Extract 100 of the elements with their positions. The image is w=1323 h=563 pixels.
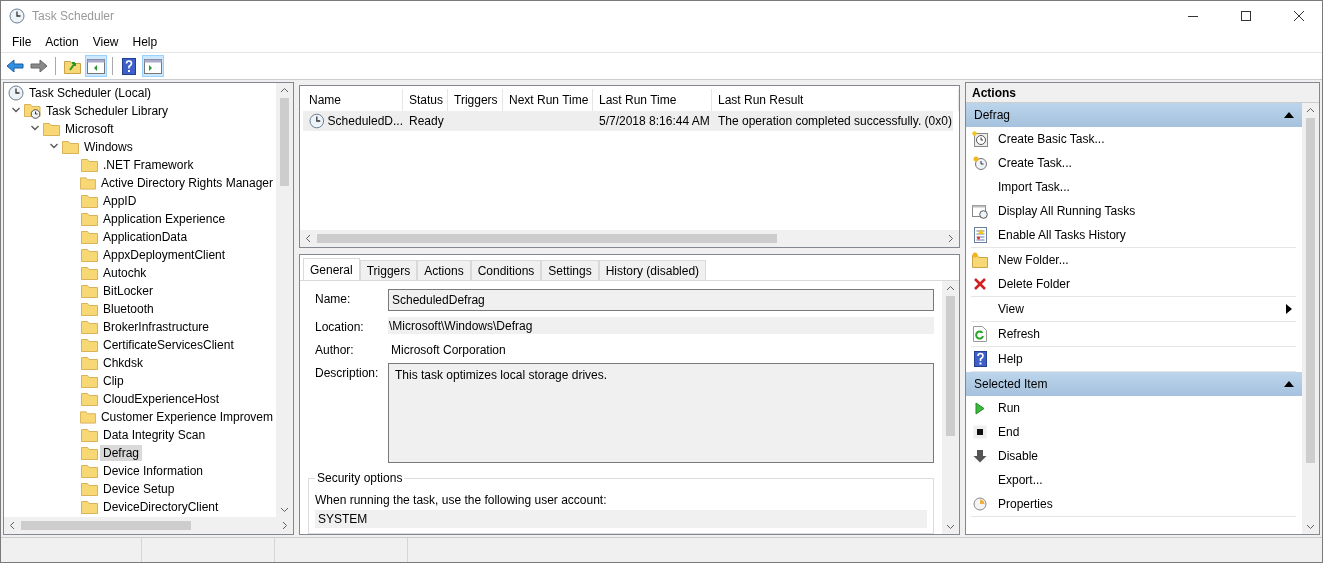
tab[interactable]: Triggers xyxy=(359,260,418,280)
tree-item[interactable]: Device Setup xyxy=(100,481,178,497)
toolbar-button[interactable] xyxy=(142,55,164,77)
action-link[interactable]: Refresh xyxy=(998,327,1292,341)
vertical-scrollbar[interactable] xyxy=(942,281,959,534)
folder-icon xyxy=(81,320,98,334)
scroll-thumb[interactable] xyxy=(280,98,289,186)
tree-item[interactable]: Defrag xyxy=(100,445,143,461)
tab[interactable]: History (disabled) xyxy=(598,260,707,280)
task-row[interactable]: ScheduledD... Ready 5/7/2018 8:16:44 AM The operation completed successfully. (0x0) xyxy=(303,111,953,131)
menu-item[interactable]: View xyxy=(85,34,126,49)
tree-item[interactable]: Application Experience xyxy=(100,211,229,227)
tree-item[interactable]: Device Information xyxy=(100,463,207,479)
menu-item[interactable]: Action xyxy=(38,34,86,49)
tree-item[interactable]: AppxDeploymentClient xyxy=(100,247,229,263)
help-icon xyxy=(122,57,136,75)
section-title: Defrag xyxy=(974,108,1011,122)
table-cell: The operation completed successfully. (0x0) xyxy=(718,114,952,128)
horizontal-scrollbar[interactable] xyxy=(4,517,293,534)
horizontal-scrollbar[interactable] xyxy=(300,230,959,247)
action-link[interactable]: New Folder... xyxy=(998,253,1292,267)
help-icon xyxy=(973,351,987,367)
maximize-icon[interactable] xyxy=(1241,11,1251,21)
tree-item[interactable]: Microsoft xyxy=(62,121,117,137)
tree-item[interactable]: Active Directory Rights Manager xyxy=(97,175,276,191)
tree-item[interactable]: BitLocker xyxy=(100,283,157,299)
toolbar-button[interactable] xyxy=(85,55,107,77)
action-link[interactable]: Import Task... xyxy=(998,180,1292,194)
folder-icon xyxy=(81,482,98,496)
folder-icon xyxy=(81,500,98,514)
table-cell: 5/7/2018 8:16:44 AM xyxy=(599,114,710,128)
description-field[interactable]: This task optimizes local storage drives. xyxy=(388,363,934,463)
group-title: Security options xyxy=(316,471,404,485)
tree-item[interactable]: Customer Experience Improvem xyxy=(97,409,276,425)
scroll-thumb[interactable] xyxy=(317,234,777,243)
scroll-thumb[interactable] xyxy=(946,296,955,436)
vertical-scrollbar[interactable] xyxy=(276,83,293,517)
folder-icon xyxy=(62,140,79,154)
menu-item[interactable]: File xyxy=(5,34,39,49)
section-header[interactable]: Selected Item xyxy=(966,372,1302,396)
tab[interactable]: General xyxy=(303,258,360,280)
clock-icon xyxy=(8,85,24,101)
tab[interactable]: Actions xyxy=(417,260,471,280)
clock-icon xyxy=(309,113,325,129)
refresh-icon xyxy=(973,326,987,342)
action-link[interactable]: Properties xyxy=(998,497,1292,511)
tree-item[interactable]: Clip xyxy=(100,373,127,389)
tree-item[interactable]: CloudExperienceHost xyxy=(100,391,223,407)
field-label: Location: xyxy=(315,319,365,334)
collapse-icon[interactable] xyxy=(1284,381,1294,387)
tree-item[interactable]: CertificateServicesClient xyxy=(100,337,237,353)
tree-item[interactable]: ApplicationData xyxy=(100,229,191,245)
folder-icon xyxy=(81,464,98,478)
action-link[interactable]: Create Task... xyxy=(998,156,1292,170)
tree-item[interactable]: Task Scheduler Library xyxy=(43,103,172,119)
name-field[interactable]: ScheduledDefrag xyxy=(388,289,934,311)
tree-item[interactable]: Autochk xyxy=(100,265,150,281)
tree-item[interactable]: Chkdsk xyxy=(100,355,146,371)
window-clock-icon xyxy=(972,203,988,219)
action-link[interactable]: Display All Running Tasks xyxy=(998,204,1292,218)
forward-arrow-icon xyxy=(30,59,48,73)
action-link[interactable]: Export... xyxy=(998,473,1292,487)
account-field[interactable]: SYSTEM xyxy=(315,510,927,528)
action-link[interactable]: Disable xyxy=(998,449,1292,463)
menu-item[interactable]: Help xyxy=(125,34,165,49)
tab[interactable]: Settings xyxy=(541,260,599,280)
tab[interactable]: Conditions xyxy=(470,260,542,280)
tree-item[interactable]: Data Integrity Scan xyxy=(100,427,209,443)
tree-item[interactable]: Bluetooth xyxy=(100,301,157,317)
tree-item[interactable]: BrokerInfrastructure xyxy=(100,319,213,335)
folder-clock-icon xyxy=(24,103,41,119)
action-link[interactable]: Create Basic Task... xyxy=(998,132,1292,146)
vertical-scrollbar[interactable] xyxy=(1302,103,1319,534)
tree-item[interactable]: .NET Framework xyxy=(100,157,197,173)
folder-icon xyxy=(81,230,98,244)
action-link[interactable]: Enable All Tasks History xyxy=(998,228,1292,242)
folder-icon xyxy=(972,252,988,268)
folder-icon xyxy=(81,428,98,442)
tree-item[interactable]: Windows xyxy=(81,139,136,155)
scroll-thumb[interactable] xyxy=(21,521,191,530)
action-link[interactable]: View xyxy=(998,302,1276,316)
field-label: Name: xyxy=(315,291,352,306)
action-link[interactable]: End xyxy=(998,425,1292,439)
close-icon[interactable] xyxy=(1294,11,1304,21)
folder-icon xyxy=(81,266,98,280)
action-link[interactable]: Run xyxy=(998,401,1292,415)
collapse-icon[interactable] xyxy=(1284,112,1294,118)
tree-item[interactable]: Task Scheduler (Local) xyxy=(26,85,155,101)
folder-icon xyxy=(81,158,98,172)
account-prompt: When running the task, use the following user account: xyxy=(315,493,608,507)
clock-icon xyxy=(973,497,987,511)
tree-item[interactable]: DeviceDirectoryClient xyxy=(100,499,222,515)
location-field[interactable]: \Microsoft\Windows\Defrag xyxy=(388,317,934,334)
section-header[interactable]: Defrag xyxy=(966,103,1302,127)
action-link[interactable]: Delete Folder xyxy=(998,277,1292,291)
action-link[interactable]: Help xyxy=(998,352,1292,366)
log-icon xyxy=(972,227,988,243)
scroll-thumb[interactable] xyxy=(1306,118,1315,463)
tree-item[interactable]: AppID xyxy=(100,193,140,209)
folder-icon xyxy=(81,212,98,226)
